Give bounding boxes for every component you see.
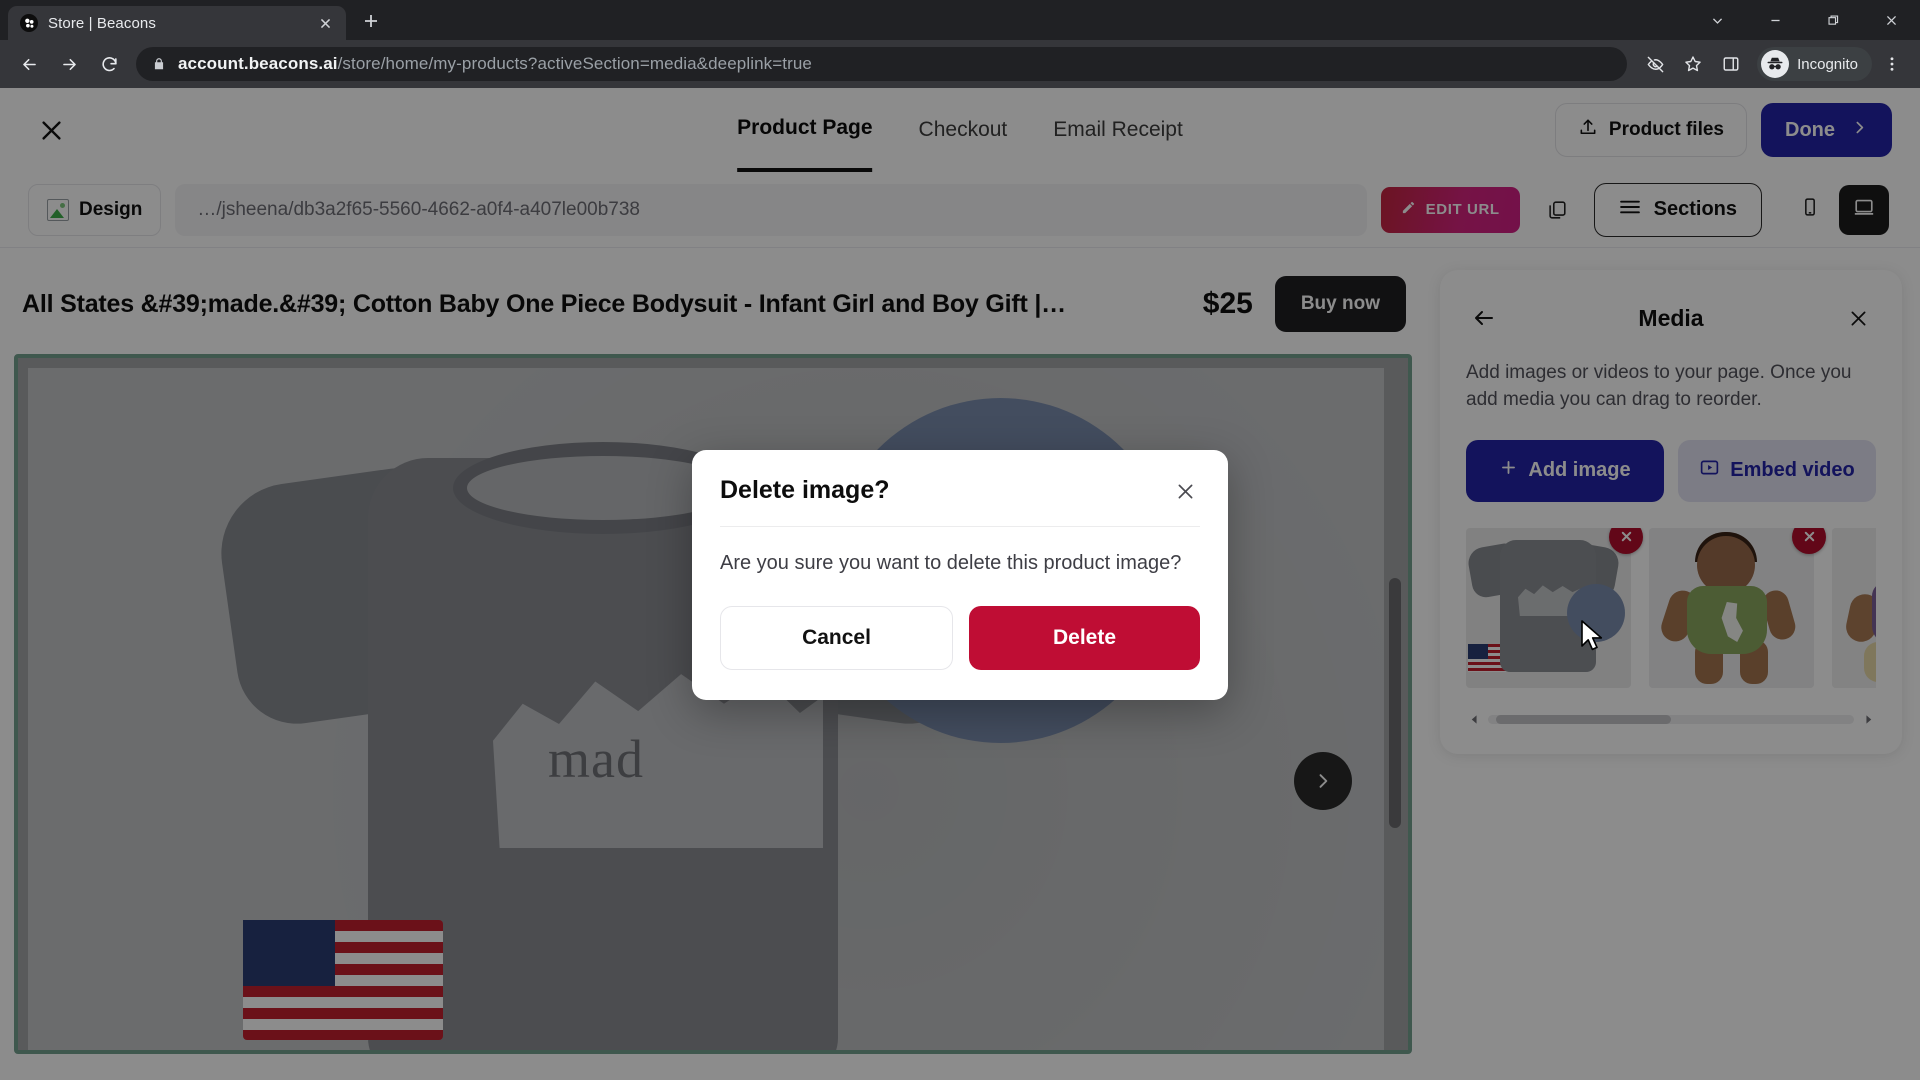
modal-layer: Delete image? Are you sure you want to d… (0, 88, 1920, 1080)
browser-tab[interactable]: Store | Beacons (8, 6, 346, 40)
dialog-title: Delete image? (720, 476, 890, 504)
three-dot-menu-icon[interactable] (1874, 46, 1910, 82)
browser-toolbar: account.beacons.ai/store/home/my-product… (0, 40, 1920, 88)
beacons-logo-icon (20, 14, 38, 32)
cancel-label: Cancel (802, 626, 871, 649)
dialog-actions: Cancel Delete (720, 606, 1200, 670)
toolbar-icons: Incognito (1637, 46, 1910, 82)
delete-image-dialog: Delete image? Are you sure you want to d… (692, 450, 1228, 700)
eye-slash-icon[interactable] (1637, 46, 1673, 82)
star-icon[interactable] (1675, 46, 1711, 82)
tab-strip: Store | Beacons (0, 0, 1920, 40)
lock-icon (152, 57, 166, 71)
incognito-icon (1761, 50, 1790, 78)
address-bar-path: /store/home/my-products?activeSection=me… (337, 54, 812, 73)
dialog-close-icon[interactable] (1170, 476, 1200, 506)
profile-chip-incognito[interactable]: Incognito (1757, 47, 1872, 81)
address-bar-url: account.beacons.ai/store/home/my-product… (178, 54, 812, 74)
reload-button[interactable] (90, 45, 128, 83)
browser-window: Store | Beacons account.beacons.ai/store… (0, 0, 1920, 1080)
cancel-button[interactable]: Cancel (720, 606, 953, 670)
minimize-button[interactable] (1746, 0, 1804, 40)
address-bar[interactable]: account.beacons.ai/store/home/my-product… (136, 47, 1628, 81)
dialog-message: Are you sure you want to delete this pro… (720, 552, 1182, 574)
tab-close-icon[interactable] (314, 12, 336, 34)
restore-button[interactable] (1804, 0, 1862, 40)
back-button[interactable] (10, 45, 48, 83)
tab-search-button[interactable] (1688, 0, 1746, 40)
panel-icon[interactable] (1713, 46, 1749, 82)
page-viewport: Product Page Checkout Email Receipt Prod… (0, 88, 1920, 1080)
dialog-header: Delete image? (720, 476, 1200, 527)
new-tab-button[interactable] (354, 4, 388, 38)
tab-title: Store | Beacons (48, 14, 156, 32)
window-controls (1688, 0, 1920, 40)
close-window-button[interactable] (1862, 0, 1920, 40)
address-bar-host: account.beacons.ai (178, 54, 338, 73)
delete-button[interactable]: Delete (969, 606, 1200, 670)
profile-label: Incognito (1797, 55, 1858, 73)
delete-label: Delete (1052, 626, 1117, 649)
forward-button[interactable] (50, 45, 88, 83)
